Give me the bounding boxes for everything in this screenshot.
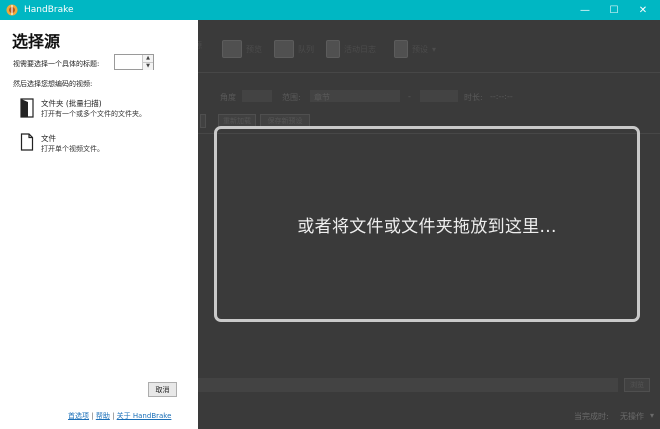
folder-option-title: 文件夹 (批量扫描) — [41, 99, 102, 108]
main-window-overlay[interactable]: 源 预览 队列 活动日志 预设 ▾ 角度 范围: 章节 - 时长: --:--:… — [198, 20, 660, 429]
browse-button: 浏览 — [624, 378, 650, 392]
minimize-button[interactable]: — — [571, 0, 599, 20]
open-file-option[interactable]: 文件 打开单个视频文件。 — [20, 133, 104, 155]
range-value: 章节 — [314, 93, 330, 102]
folder-icon — [20, 98, 34, 118]
range-label: 范围: — [282, 93, 301, 102]
toolbar-activity-log-label: 活动日志 — [344, 44, 376, 54]
duration-value: --:--:-- — [490, 92, 513, 101]
handbrake-logo-icon — [6, 4, 18, 16]
panel-heading: 选择源 — [12, 32, 61, 51]
chevron-down-icon: ▾ — [432, 44, 437, 54]
about-link[interactable]: 关于 HandBrake — [117, 412, 172, 420]
link-separator: | — [91, 412, 94, 420]
toolbar-queue-label: 队列 — [298, 44, 314, 54]
preferences-link[interactable]: 首选项 — [68, 412, 89, 420]
duration-label: 时长: — [464, 93, 483, 102]
stepper-down-icon[interactable]: ▼ — [143, 62, 153, 70]
angle-label: 角度 — [220, 93, 236, 102]
maximize-button[interactable]: ☐ — [600, 0, 628, 20]
preset-edge — [200, 114, 206, 128]
source-selection-panel: 选择源 视需要选择一个具体的标题: ▲ ▼ 然后选择您想编码的视频: 文件夹 (… — [0, 20, 198, 429]
when-done-value: 无操作 — [620, 412, 644, 421]
folder-option-desc: 打开有一个或多个文件的文件夹。 — [41, 110, 146, 118]
preset-icon — [394, 40, 408, 58]
toolbar-presets: 预设 ▾ — [394, 40, 436, 58]
cancel-button[interactable]: 取消 — [148, 382, 177, 397]
help-link[interactable]: 帮助 — [96, 412, 110, 420]
file-icon — [20, 133, 34, 151]
drop-zone-text: 或者将文件或文件夹拖放到这里... — [297, 216, 557, 237]
angle-select — [242, 90, 272, 102]
title-prompt-label: 视需要选择一个具体的标题: — [13, 60, 100, 68]
file-option-title: 文件 — [41, 134, 56, 143]
close-button[interactable]: ✕ — [629, 0, 657, 20]
log-icon — [326, 40, 340, 58]
range-end — [420, 90, 450, 102]
when-done-label: 当完成时: — [574, 412, 609, 421]
stepper-up-icon[interactable]: ▲ — [143, 55, 153, 62]
range-dash: - — [408, 92, 411, 101]
picture-icon — [222, 40, 242, 58]
toolbar-preview-label: 预览 — [246, 44, 262, 54]
open-folder-option[interactable]: 文件夹 (批量扫描) 打开有一个或多个文件的文件夹。 — [20, 98, 146, 120]
toolbar-preview: 预览 — [222, 40, 262, 58]
film-icon — [274, 40, 294, 58]
toolbar-queue: 队列 — [274, 40, 314, 58]
when-done-chevron-icon: ▾ — [650, 411, 655, 420]
destination-field — [198, 378, 618, 392]
toolbar-presets-label: 预设 — [412, 44, 428, 54]
toolbar-divider — [198, 72, 660, 73]
window-title: HandBrake — [24, 5, 74, 15]
toolbar-source: 源 — [198, 40, 202, 51]
title-bar: HandBrake — ☐ ✕ — [0, 0, 660, 20]
file-option-desc: 打开单个视频文件。 — [41, 145, 104, 153]
toolbar-source-label: 源 — [198, 40, 202, 51]
drop-zone[interactable]: 或者将文件或文件夹拖放到这里... — [214, 126, 640, 322]
toolbar-activity-log: 活动日志 — [326, 40, 376, 58]
title-number-stepper[interactable]: ▲ ▼ — [114, 54, 154, 70]
link-separator: | — [112, 412, 115, 420]
select-video-label: 然后选择您想编码的视频: — [13, 80, 93, 88]
footer-links: 首选项 | 帮助 | 关于 HandBrake — [68, 411, 171, 421]
